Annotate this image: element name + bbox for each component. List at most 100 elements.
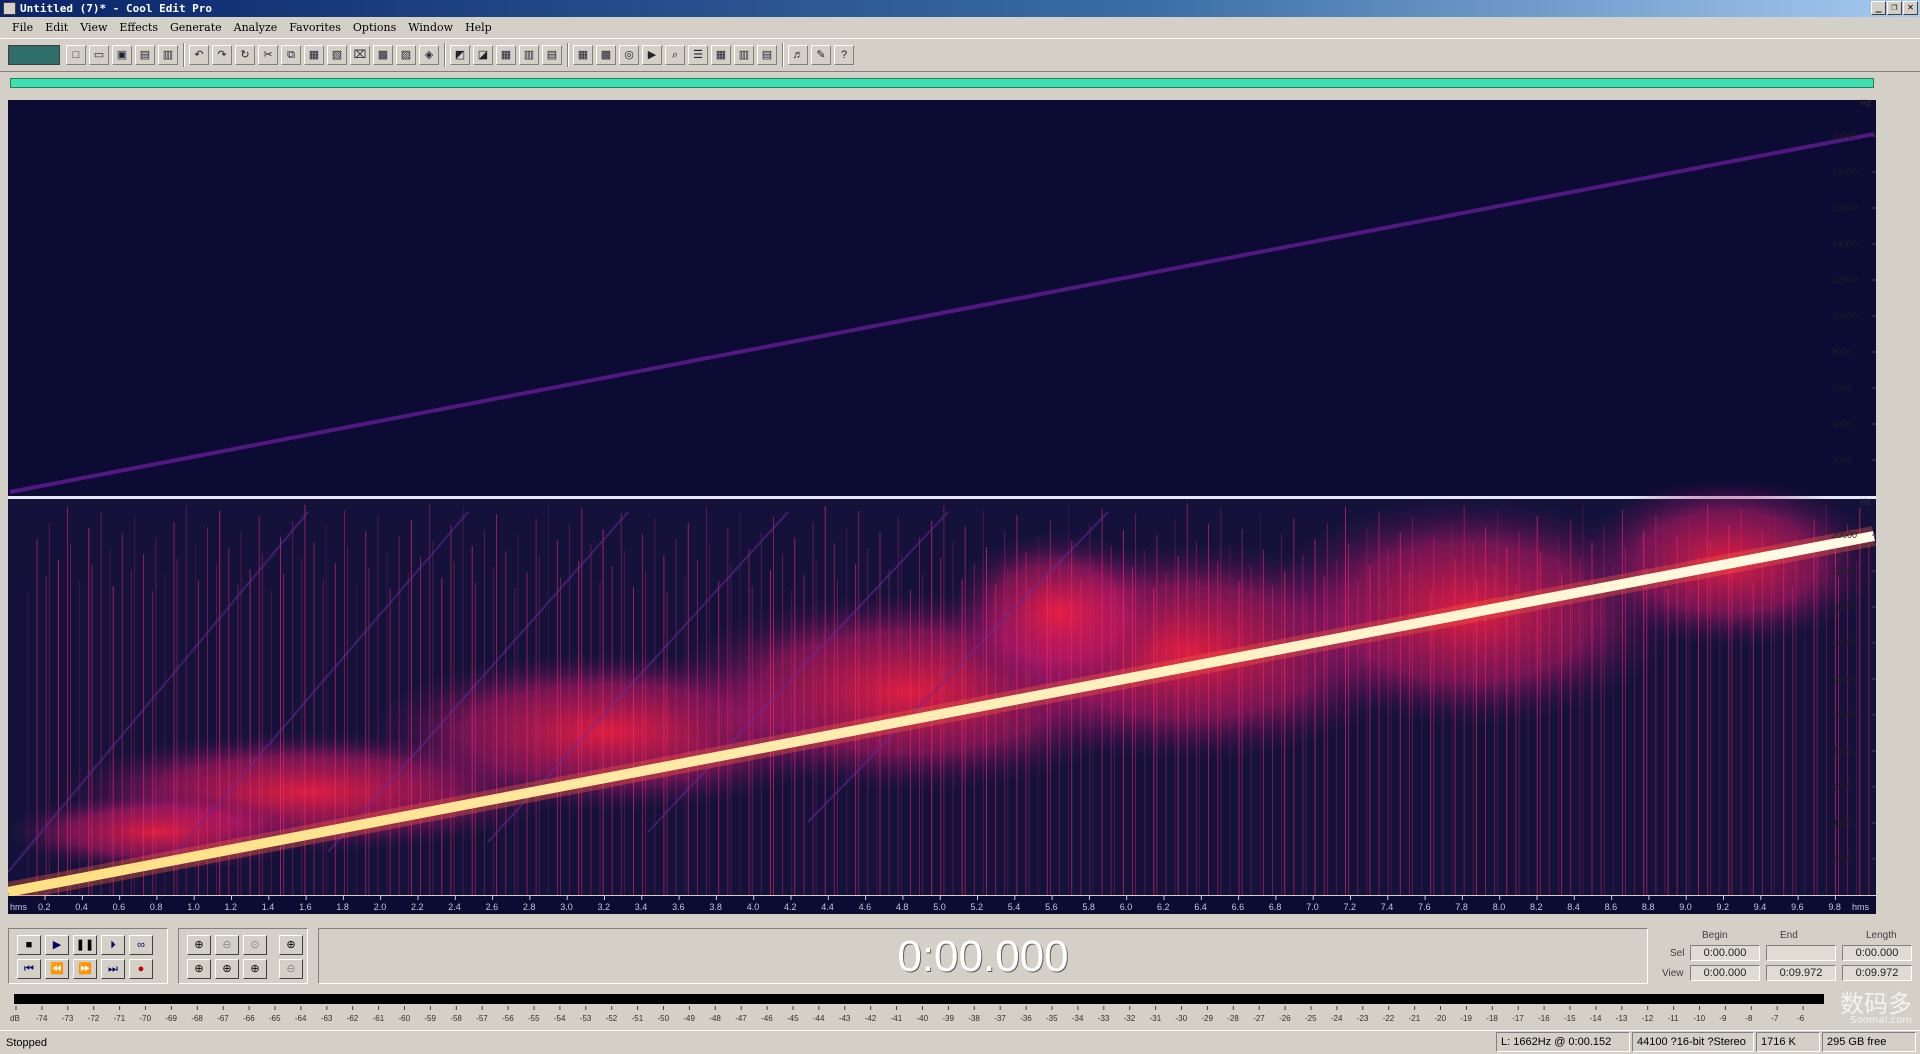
view-end-field[interactable]: 0:09.972 <box>1766 965 1836 981</box>
close-button[interactable]: ✕ <box>1903 1 1918 15</box>
open-file-button[interactable]: ▭ <box>89 45 109 65</box>
cue-list-button[interactable]: ☰ <box>688 45 708 65</box>
level-meter-scale: dB -74 -73 -72 -71 -70 -69 -68 -67 -66 -65 -64 -63 -6… <box>10 1006 1805 1023</box>
show-time-button[interactable]: ▤ <box>542 45 562 65</box>
meter-tick-label: -31 <box>1150 1014 1162 1023</box>
save-as-button[interactable]: ▤ <box>135 45 155 65</box>
menu-options[interactable]: Options <box>347 18 402 37</box>
trim-button[interactable]: ⌧ <box>350 45 370 65</box>
waveform-view-icon: ◪ <box>477 49 489 61</box>
undo-button[interactable]: ↶ <box>189 45 209 65</box>
menu-favorites[interactable]: Favorites <box>283 18 347 37</box>
play-list-button[interactable]: ▶ <box>642 45 662 65</box>
zoom-left-button[interactable]: ⊕ <box>187 959 211 979</box>
go-to-end-button[interactable]: ⏭ <box>101 959 125 979</box>
paste-button[interactable]: ▦ <box>304 45 324 65</box>
zoom-right-button[interactable]: ⊕ <box>215 959 239 979</box>
menu-analyze[interactable]: Analyze <box>228 18 284 37</box>
menu-view[interactable]: View <box>74 18 113 37</box>
delete-button[interactable]: ▨ <box>396 45 416 65</box>
frequency-analysis-button[interactable]: ▦ <box>573 45 593 65</box>
time-tick-label: 3.0 <box>560 902 573 912</box>
cut-button[interactable]: ✂ <box>258 45 278 65</box>
view-length-field[interactable]: 0:09.972 <box>1842 965 1912 981</box>
meter-tick-label: -48 <box>709 1014 721 1023</box>
preferences-button[interactable]: ✎ <box>811 45 831 65</box>
minimize-button[interactable]: _ <box>1871 1 1886 15</box>
play-button[interactable]: ▶ <box>45 935 69 955</box>
sel-end-field[interactable] <box>1766 945 1836 961</box>
mixer-button[interactable]: ▦ <box>711 45 731 65</box>
sel-begin-field[interactable]: 0:00.000 <box>1690 945 1760 961</box>
sel-length-field[interactable]: 0:00.000 <box>1842 945 1912 961</box>
zoom-out-horizontal-button[interactable]: ⊖ <box>215 935 239 955</box>
zoom-overview-bar[interactable] <box>10 78 1874 88</box>
silence-icon: ▩ <box>377 49 389 61</box>
menu-help[interactable]: Help <box>459 18 498 37</box>
multitrack-toggle-button[interactable] <box>8 45 60 65</box>
loop-button[interactable]: ∞ <box>129 935 153 955</box>
end-header: End <box>1780 930 1798 941</box>
search-button[interactable]: ⌕ <box>665 45 685 65</box>
go-to-start-button[interactable]: ⏮ <box>17 959 41 979</box>
menu-generate[interactable]: Generate <box>164 18 228 37</box>
save-as-icon: ▤ <box>139 49 151 61</box>
copy-button[interactable]: ⧉ <box>281 45 301 65</box>
show-cues-button[interactable]: ▦ <box>496 45 516 65</box>
main-toolbar: □ ▭ ▣ ▤ ▥ ↶ ↷ ↻ ✂ ⧉ ▦ ▧ ⌧ ▩ ▨ ◈ ◩ ◪ ▦ ▥ ▤ ▦ ▩ ◎ ▶ ⌕ ☰ ▦ ▥ ▤ ♬ ✎? <box>0 38 1920 72</box>
close-file-button[interactable]: ▥ <box>158 45 178 65</box>
mix-paste-button[interactable]: ▧ <box>327 45 347 65</box>
meter-tick-label: -29 <box>1201 1014 1213 1023</box>
zoom-out-vertical-button[interactable]: ⊖ <box>279 959 303 979</box>
mark-icon: ◈ <box>424 49 434 61</box>
time-tick-label: 6.0 <box>1120 902 1133 912</box>
meter-tick-label: -14 <box>1590 1014 1602 1023</box>
scan-button[interactable]: ◎ <box>619 45 639 65</box>
zoom-in-vertical-button[interactable]: ⊕ <box>279 935 303 955</box>
help-button[interactable]: ? <box>834 45 854 65</box>
mark-button[interactable]: ◈ <box>419 45 439 65</box>
time-tick-label: 8.2 <box>1530 902 1543 912</box>
new-file-button[interactable]: □ <box>66 45 86 65</box>
meter-tick-label: -30 <box>1176 1014 1188 1023</box>
freq-tick-label: 20000 <box>1832 530 1857 540</box>
menu-effects[interactable]: Effects <box>113 18 164 37</box>
save-button[interactable]: ▣ <box>112 45 132 65</box>
time-tick-label: 7.4 <box>1381 902 1394 912</box>
time-tick-label: 6.6 <box>1232 902 1245 912</box>
stop-button[interactable]: ■ <box>17 935 41 955</box>
snap-button[interactable]: ▥ <box>734 45 754 65</box>
time-tick-label: 7.8 <box>1455 902 1468 912</box>
silence-button[interactable]: ▩ <box>373 45 393 65</box>
menu-file[interactable]: File <box>6 18 39 37</box>
view-begin-field[interactable]: 0:00.000 <box>1690 965 1760 981</box>
pause-button[interactable]: ❚❚ <box>73 935 97 955</box>
redo-button[interactable]: ↷ <box>212 45 232 65</box>
spectral-view-button[interactable]: ◩ <box>450 45 470 65</box>
repeat-button[interactable]: ↻ <box>235 45 255 65</box>
watermark-logo: 数码多 Soomal.com <box>1840 984 1912 1026</box>
fast-forward-button[interactable]: ⏩ <box>73 959 97 979</box>
menu-window[interactable]: Window <box>402 18 459 37</box>
zoom-full-button[interactable]: ⊙ <box>243 935 267 955</box>
show-info-button[interactable]: ▥ <box>519 45 539 65</box>
play-to-end-button[interactable]: ⏵ <box>101 935 125 955</box>
time-tick-label: 5.0 <box>933 902 946 912</box>
spectrogram[interactable]: Hz 20000 18000 16000 14000 12000 10000 8000 6000… <box>8 92 1880 922</box>
rewind-button[interactable]: ⏪ <box>45 959 69 979</box>
app-icon[interactable] <box>3 2 16 15</box>
record-button[interactable]: ● <box>129 959 153 979</box>
meter-tick-label: -72 <box>88 1014 100 1023</box>
meter-tick-label: -32 <box>1124 1014 1136 1023</box>
menu-edit[interactable]: Edit <box>39 18 74 37</box>
waveform-view-button[interactable]: ◪ <box>473 45 493 65</box>
meter-tick-label: -41 <box>891 1014 903 1023</box>
settings-panel-button[interactable]: ▤ <box>757 45 777 65</box>
statistics-button[interactable]: ▩ <box>596 45 616 65</box>
zoom-in-horizontal-button[interactable]: ⊕ <box>187 935 211 955</box>
restore-button[interactable]: ❐ <box>1887 1 1902 15</box>
status-format: 44100 ?16-bit ?Stereo <box>1632 1032 1754 1052</box>
spectral-view[interactable]: Hz 20000 18000 16000 14000 12000 10000 8000 6000… <box>8 92 1880 922</box>
metronome-button[interactable]: ♬ <box>788 45 808 65</box>
zoom-selection-button[interactable]: ⊕ <box>243 959 267 979</box>
